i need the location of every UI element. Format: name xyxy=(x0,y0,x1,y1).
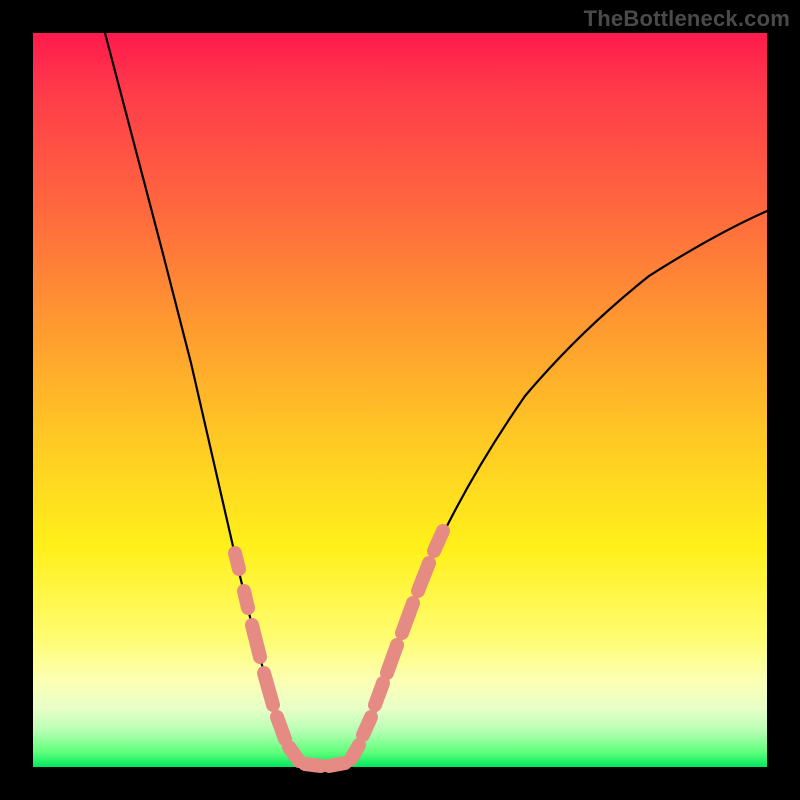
chart-frame: TheBottleneck.com xyxy=(0,0,800,800)
v-curve xyxy=(105,33,767,766)
chart-svg xyxy=(33,33,767,767)
highlight-right xyxy=(351,531,443,759)
highlight-left xyxy=(235,553,299,761)
highlight-floor xyxy=(305,763,345,766)
watermark-text: TheBottleneck.com xyxy=(584,6,790,32)
